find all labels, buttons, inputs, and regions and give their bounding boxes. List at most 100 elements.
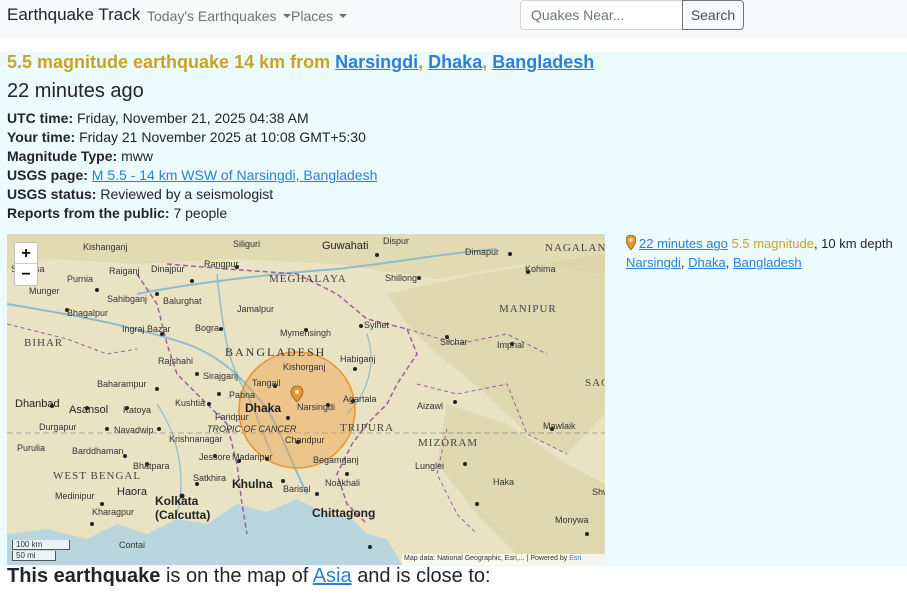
svg-text:WEST BENGAL: WEST BENGAL — [53, 470, 141, 482]
side-region-link[interactable]: Dhaka — [688, 255, 726, 270]
svg-text:SAG: SAG — [585, 377, 605, 389]
svg-text:Dimapur: Dimapur — [465, 247, 499, 257]
svg-text:Dispur: Dispur — [383, 236, 409, 246]
place-country-link[interactable]: Bangladesh — [492, 52, 594, 72]
svg-text:Bogra: Bogra — [195, 323, 219, 333]
svg-text:Dhanbad: Dhanbad — [15, 398, 60, 410]
usgs-page-row: USGS page: M 5.5 - 14 km WSW of Narsingd… — [7, 167, 378, 183]
svg-text:Kushtia: Kushtia — [175, 398, 205, 408]
svg-text:Begamganj: Begamganj — [313, 455, 359, 465]
svg-text:Baharampur: Baharampur — [97, 379, 147, 389]
svg-text:MIZORAM: MIZORAM — [418, 437, 478, 449]
svg-text:Kharagpur: Kharagpur — [92, 507, 134, 517]
svg-text:Munger: Munger — [29, 286, 60, 296]
svg-text:Jamalpur: Jamalpur — [237, 304, 274, 314]
quake-list-item: 22 minutes ago 5.5 magnitude, 10 km dept… — [626, 235, 893, 270]
magnitude-type-row: Magnitude Type: mww — [7, 148, 153, 164]
quake-time-link[interactable]: 22 minutes ago — [639, 236, 728, 251]
svg-text:Balurghat: Balurghat — [163, 296, 202, 306]
place-city-link[interactable]: Narsingdi — [335, 52, 418, 72]
search-button[interactable]: Search — [682, 0, 744, 30]
svg-text:Krishnanagar: Krishnanagar — [169, 434, 223, 444]
svg-text:Bhagalpur: Bhagalpur — [67, 308, 108, 318]
svg-text:Khulna: Khulna — [232, 477, 273, 491]
svg-text:Katoya: Katoya — [123, 405, 151, 415]
map-pin-icon — [626, 235, 636, 250]
svg-text:Rajshahi: Rajshahi — [158, 356, 193, 366]
your-time-row: Your time: Friday 21 November 2025 at 10… — [7, 129, 366, 145]
side-city-link[interactable]: Narsingdi — [626, 255, 681, 270]
svg-text:Kishorganj: Kishorganj — [283, 362, 326, 372]
brand-link[interactable]: Earthquake Track — [7, 5, 140, 25]
svg-text:Chandpur: Chandpur — [285, 435, 325, 445]
svg-text:Contai: Contai — [119, 540, 145, 550]
map-attribution: Map data: National Geographic, Esri,... … — [402, 554, 605, 565]
svg-text:Sahibganj: Sahibganj — [107, 294, 147, 304]
chevron-down-icon — [282, 14, 291, 18]
svg-text:Habiganj: Habiganj — [340, 354, 376, 364]
nav-todays-earthquakes[interactable]: Today's Earthquakes — [147, 8, 291, 24]
svg-text:Asansol: Asansol — [69, 404, 108, 416]
zoom-control: + − — [14, 242, 38, 286]
svg-text:Noakhali: Noakhali — [325, 478, 360, 488]
svg-text:Agartala: Agartala — [343, 394, 377, 404]
svg-text:TRIPURA: TRIPURA — [340, 422, 394, 434]
zoom-in-button[interactable]: + — [15, 243, 37, 264]
svg-text:Navadwip: Navadwip — [114, 425, 154, 435]
svg-text:MANIPUR: MANIPUR — [499, 303, 557, 315]
usgs-status-row: USGS status: Reviewed by a seismologist — [7, 186, 274, 202]
svg-text:Monywa: Monywa — [555, 515, 589, 525]
quake-title: 5.5 magnitude earthquake 14 km from Nars… — [7, 52, 595, 72]
svg-text:Purnia: Purnia — [67, 274, 93, 284]
svg-text:Haora: Haora — [117, 486, 148, 498]
utc-time-row: UTC time: Friday, November 21, 2025 04:3… — [7, 110, 309, 126]
continent-link[interactable]: Asia — [313, 565, 352, 587]
time-ago: 22 minutes ago — [7, 80, 144, 102]
svg-text:Silchar: Silchar — [440, 337, 468, 347]
svg-text:Imphal: Imphal — [497, 340, 524, 350]
svg-text:Barisal: Barisal — [283, 484, 311, 494]
svg-text:Sylhet: Sylhet — [364, 320, 390, 330]
zoom-out-button[interactable]: − — [15, 264, 37, 285]
svg-text:Sirajganj: Sirajganj — [203, 371, 238, 381]
svg-text:Guwahati: Guwahati — [322, 240, 368, 252]
svg-text:Tangail: Tangail — [252, 378, 281, 388]
usgs-page-link[interactable]: M 5.5 - 14 km WSW of Narsingdi, Banglade… — [92, 167, 378, 183]
map-context-heading: This earthquake is on the map of Asia an… — [7, 565, 491, 587]
svg-text:Narsingdi: Narsingdi — [297, 402, 335, 412]
navbar: Earthquake Track Today's Earthquakes Pla… — [0, 0, 907, 38]
search-input[interactable] — [520, 0, 683, 30]
chevron-down-icon — [339, 14, 348, 18]
svg-text:Kishanganj: Kishanganj — [83, 242, 128, 252]
earthquake-map[interactable]: BANGLADESH BIHAR WEST BENGAL MEGHALAYA N… — [7, 234, 605, 565]
svg-text:TROPIC OF CANCER: TROPIC OF CANCER — [207, 424, 297, 434]
esri-link[interactable]: Esri — [569, 555, 581, 562]
svg-text:Durgapur: Durgapur — [39, 422, 77, 432]
svg-text:Ingraj Bazar: Ingraj Bazar — [122, 324, 171, 334]
svg-text:Satkhira: Satkhira — [193, 473, 226, 483]
svg-text:Medinipur: Medinipur — [55, 491, 95, 501]
svg-text:NAGALAND: NAGALAND — [545, 242, 605, 254]
scale-bar-km: 100 km — [12, 540, 70, 550]
svg-text:Dhaka: Dhaka — [245, 401, 281, 415]
svg-text:Aizawl: Aizawl — [417, 401, 443, 411]
svg-text:Mymensingh: Mymensingh — [280, 328, 331, 338]
side-country-link[interactable]: Bangladesh — [733, 255, 802, 270]
svg-text:Rangpur: Rangpur — [204, 259, 239, 269]
nav-places[interactable]: Places — [291, 8, 348, 24]
svg-text:Mawlaik: Mawlaik — [543, 421, 576, 431]
svg-text:Pabna: Pabna — [229, 390, 255, 400]
svg-text:Siliguri: Siliguri — [233, 239, 260, 249]
public-reports-row: Reports from the public: 7 people — [7, 205, 228, 221]
depth-text: , 10 km depth — [813, 236, 893, 251]
svg-text:Raiganj: Raiganj — [109, 266, 140, 276]
svg-text:BIHAR: BIHAR — [24, 337, 63, 349]
svg-text:Chittagong: Chittagong — [312, 506, 375, 520]
svg-text:Kolkata: Kolkata — [155, 494, 199, 508]
svg-text:Lunglei: Lunglei — [415, 461, 444, 471]
place-region-link[interactable]: Dhaka — [428, 52, 482, 72]
magnitude-text: 5.5 magnitude — [731, 236, 814, 251]
scale-bar-mi: 50 mi — [12, 551, 56, 561]
svg-text:Faridpur: Faridpur — [215, 412, 249, 422]
svg-text:MEGHALAYA: MEGHALAYA — [269, 273, 347, 285]
